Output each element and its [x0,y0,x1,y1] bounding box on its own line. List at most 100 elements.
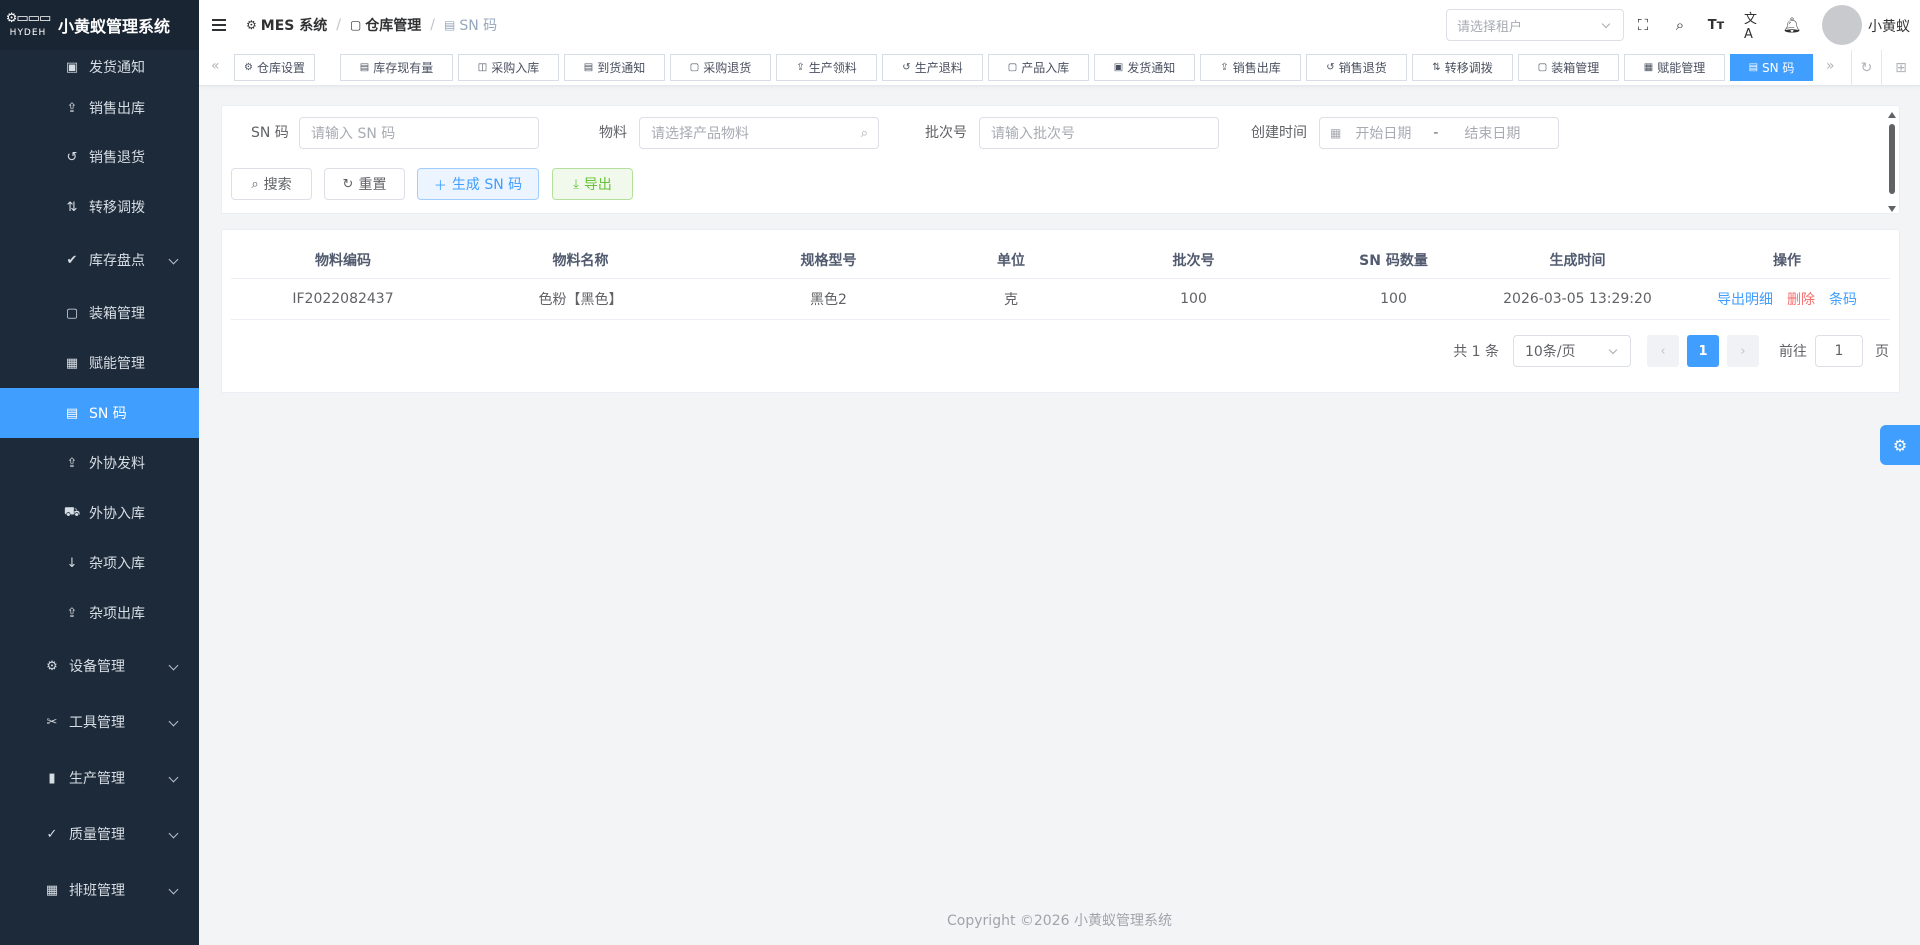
sidebar-item-empower[interactable]: ▦ 赋能管理 [0,338,199,388]
scrollbar-thumb[interactable] [1889,124,1895,194]
transfer-icon: ⇅ [66,199,78,215]
sidebar-item-misc-outbound[interactable]: ⇪ 杂项出库 [0,588,199,638]
tag-packing[interactable]: ▢ 装箱管理 [1518,54,1619,81]
table-header-row: 物料编码 物料名称 规格型号 单位 批次号 SN 码数量 生成时间 操作 [231,242,1890,279]
data-table: 物料编码 物料名称 规格型号 单位 批次号 SN 码数量 生成时间 操作 IF2… [231,242,1890,320]
sn-input[interactable]: 请输入 SN 码 [299,117,539,149]
created-time-label: 创建时间 [1251,125,1307,141]
page-size-select[interactable]: 10条/页 [1513,335,1631,367]
username[interactable]: 小黄蚁 [1868,16,1910,36]
delete-link[interactable]: 删除 [1787,292,1815,308]
sidebar-item-outsource-inbound[interactable]: ⛟ 外协入库 [0,488,199,538]
tag-warehouse-settings[interactable]: ⚙ 仓库设置 [234,54,315,81]
search-button[interactable]: ⌕ 搜索 [231,168,312,200]
sidebar-menu: ▣ 发货通知 ⇪ 销售出库 ↺ 销售退货 ⇅ 转移调拨 ✔ 库存盘点 ▢ 装箱管… [0,50,199,918]
sidebar-item-label: 装箱管理 [89,306,145,322]
search-icon[interactable]: ⌕ [1670,15,1690,35]
column-header: 规格型号 [706,242,951,279]
sidebar-item-outsource-issue[interactable]: ⇪ 外协发料 [0,438,199,488]
next-page-button[interactable]: › [1727,335,1759,367]
sidebar-item-sales-return[interactable]: ↺ 销售退货 [0,132,199,182]
refresh-icon[interactable]: ↻ [1851,50,1881,86]
logo: ⚙▭▭▭ HYDEH 小黄蚁管理系统 [0,0,199,50]
box-out-icon: ⇪ [66,605,78,621]
batch-input[interactable]: 请输入批次号 [979,117,1219,149]
cell-actions: 导出明细 删除 条码 [1684,278,1890,320]
scroll-up-icon[interactable] [1888,112,1896,118]
top-header: ⚙ MES 系统 / ▢ 仓库管理 / ▤ SN 码 请选择租户 ⛶ ⌕ Tт … [199,0,1920,50]
tag-shipping-notice[interactable]: ▣ 发货通知 [1094,54,1195,81]
tag-production-issue[interactable]: ⇪ 生产领料 [776,54,877,81]
translate-icon[interactable]: 文A [1744,12,1764,42]
chevron-down-icon [168,884,179,895]
avatar[interactable] [1822,5,1862,45]
font-size-icon[interactable]: Tт [1706,15,1726,35]
sidebar-item-equipment[interactable]: ⚙ 设备管理 [0,638,199,694]
prev-page-button[interactable]: ‹ [1647,335,1679,367]
tag-purchase-return[interactable]: ▢ 采购退货 [670,54,771,81]
sidebar-item-scheduling[interactable]: ▦ 排班管理 [0,862,199,918]
material-select[interactable]: 请选择产品物料 ⌕ [639,117,879,149]
sidebar-item-transfer[interactable]: ⇅ 转移调拨 [0,182,199,232]
chevron-down-icon [168,716,179,727]
tag-sales-outbound[interactable]: ⇪ 销售出库 [1200,54,1301,81]
sidebar-item-sales-outbound[interactable]: ⇪ 销售出库 [0,84,199,132]
chevron-down-icon [168,772,179,783]
column-header: 批次号 [1071,242,1316,279]
scroll-down-icon[interactable] [1888,206,1896,212]
hamburger-icon[interactable] [212,16,226,34]
scrollbar[interactable] [1887,112,1897,212]
sidebar-item-production[interactable]: ▮ 生产管理 [0,750,199,806]
reset-button[interactable]: ↻ 重置 [324,168,405,200]
end-date-input[interactable]: 结束日期 [1464,123,1520,143]
fullscreen-icon[interactable]: ⛶ [1633,15,1653,35]
start-date-input[interactable]: 开始日期 [1355,123,1411,143]
column-header: 操作 [1684,242,1890,279]
batch-label: 批次号 [925,125,967,141]
sidebar-item-sn-code[interactable]: ▤ SN 码 [0,388,199,438]
package-icon: ▢ [65,305,79,321]
sidebar-item-label: SN 码 [89,406,127,422]
tag-empower[interactable]: ▦ 赋能管理 [1624,54,1725,81]
tag-sales-return[interactable]: ↺ 销售退货 [1306,54,1407,81]
sidebar-item-shipping-notice[interactable]: ▣ 发货通知 [0,50,199,84]
bell-icon[interactable]: 🔔︎ [1782,15,1802,35]
tag-arrival-notice[interactable]: ▤ 到货通知 [564,54,665,81]
cell-sn-count: 100 [1316,278,1471,320]
tenant-select[interactable]: 请选择租户 [1446,9,1624,41]
package-icon: ▢ [1007,62,1018,73]
chevrons-left-icon[interactable]: « [211,58,220,74]
cell-material-name: 色粉【黑色】 [455,278,706,320]
arrow-down-icon: ↓ [66,555,78,571]
tag-purchase-inbound[interactable]: ◫ 采购入库 [458,54,559,81]
sidebar-item-packing[interactable]: ▢ 装箱管理 [0,288,199,338]
sidebar-item-label: 杂项出库 [89,606,145,622]
settings-gear-icon[interactable]: ⚙ [1880,425,1920,465]
breadcrumb-item[interactable]: ▢ 仓库管理 [350,15,421,35]
clipboard-icon: ▣ [1113,62,1124,73]
document-icon: ▤ [65,405,79,421]
tag-transfer[interactable]: ⇅ 转移调拨 [1412,54,1513,81]
tag-product-inbound[interactable]: ▢ 产品入库 [988,54,1089,81]
sidebar-item-quality[interactable]: ✓ 质量管理 [0,806,199,862]
sidebar-item-tools[interactable]: ✂ 工具管理 [0,694,199,750]
sidebar-item-label: 设备管理 [69,659,125,675]
goto-page-input[interactable]: 1 [1815,335,1863,367]
export-button[interactable]: ⤓ 导出 [552,168,633,200]
layout-icon[interactable]: ⊞ [1881,50,1920,86]
calendar-icon: ▦ [45,882,59,898]
tag-production-return[interactable]: ↺ 生产退料 [882,54,983,81]
tag-sn-code[interactable]: ▤ SN 码 [1730,54,1813,81]
page-number[interactable]: 1 [1687,335,1719,367]
breadcrumb-item[interactable]: ⚙ MES 系统 [246,15,327,35]
sidebar-item-misc-inbound[interactable]: ↓ 杂项入库 [0,538,199,588]
export-detail-link[interactable]: 导出明细 [1717,292,1773,308]
barcode-link[interactable]: 条码 [1829,292,1857,308]
date-range-picker[interactable]: ▦ 开始日期 - 结束日期 [1319,117,1559,149]
tag-stock-onhand[interactable]: ▤ 库存现有量 [340,54,453,81]
generate-sn-button[interactable]: ＋生成 SN 码 [417,168,539,200]
sidebar-item-inventory-count[interactable]: ✔ 库存盘点 [0,232,199,288]
chevrons-right-icon[interactable]: » [1826,58,1835,74]
cell-created-time: 2026-03-05 13:29:20 [1471,278,1684,320]
download-icon: ⤓ [573,176,579,192]
